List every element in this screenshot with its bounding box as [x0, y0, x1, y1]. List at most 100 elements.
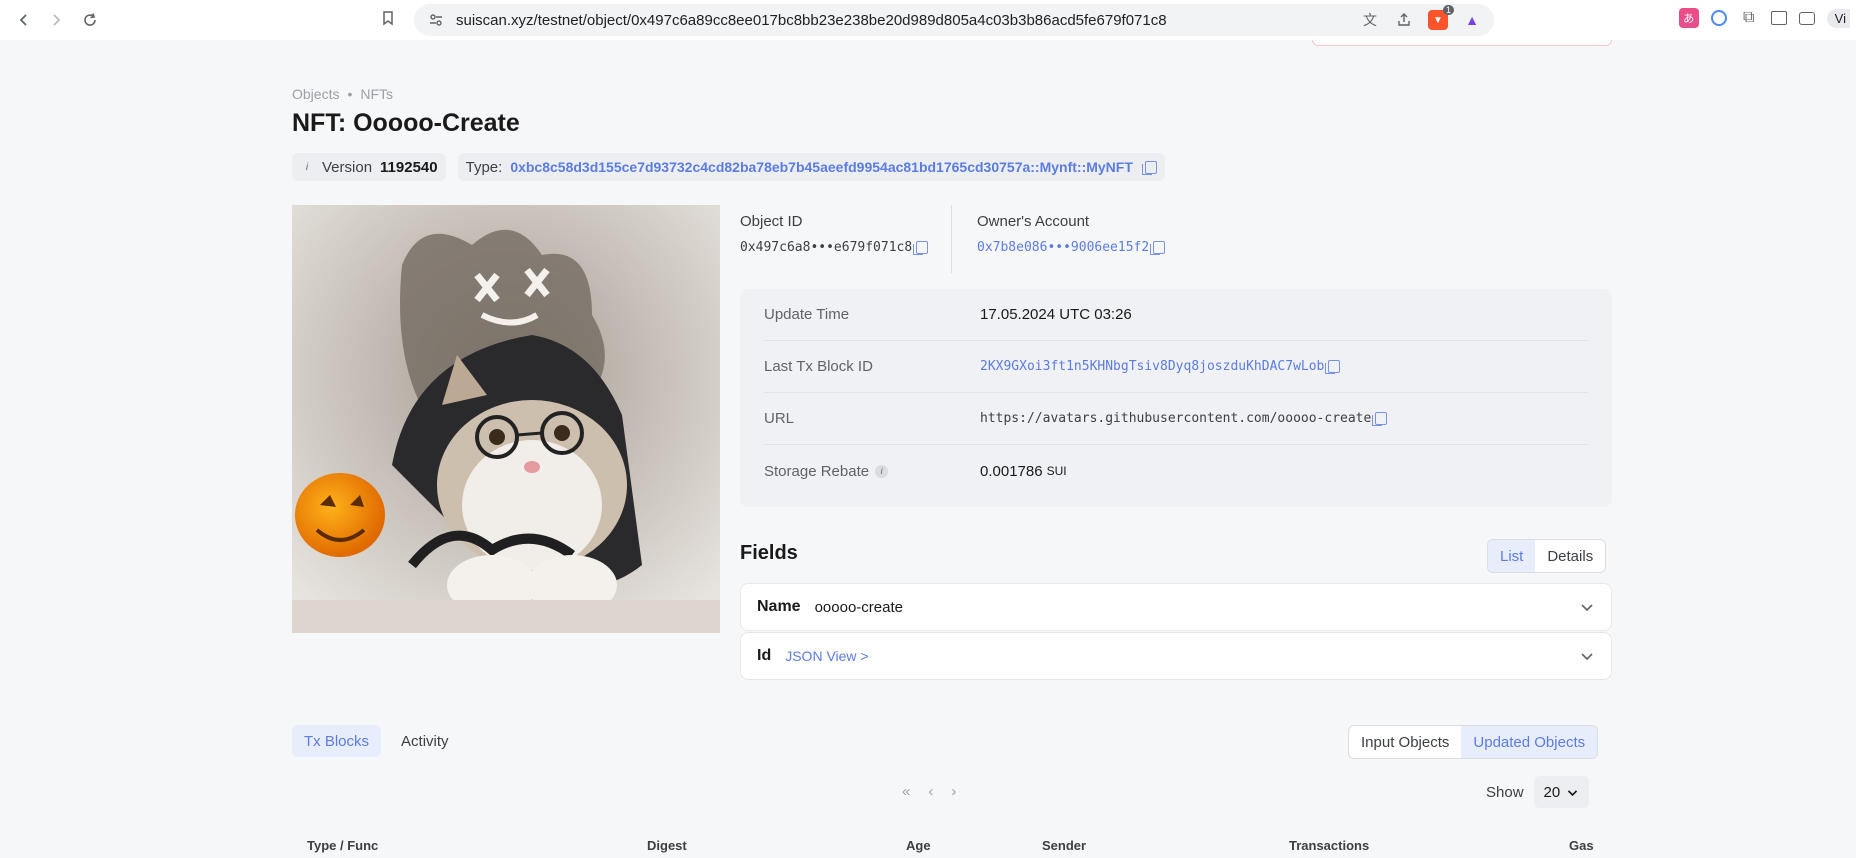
info-icon[interactable]: i: [300, 160, 314, 174]
fields-view-toggle: List Details: [1487, 539, 1607, 573]
wallet-icon[interactable]: [1798, 11, 1815, 25]
fields-title: Fields: [740, 542, 798, 564]
header-dropdown-edge: [1312, 40, 1612, 46]
input-objects-button[interactable]: Input Objects: [1349, 726, 1461, 758]
url-text[interactable]: suiscan.xyz/testnet/object/0x497c6a89cc8…: [456, 12, 1167, 29]
version-value: 1192540: [380, 158, 438, 176]
forward-icon[interactable]: [42, 6, 70, 34]
extensions-puzzle-icon[interactable]: ⧉: [1739, 8, 1759, 28]
brave-rewards-icon[interactable]: ▲: [1462, 10, 1482, 30]
page-size-control: Show 20: [1486, 776, 1590, 808]
field-name-label: Name: [757, 598, 801, 615]
next-page-icon[interactable]: ›: [951, 783, 956, 800]
nft-image: [292, 205, 720, 633]
object-id-row: Object ID 0x497c6a8•••e679f071c8 Owner's…: [740, 205, 1612, 273]
tab-tx-blocks[interactable]: Tx Blocks: [292, 725, 382, 757]
last-tx-link[interactable]: 2KX9GXoi3ft1n5KHNbgTsiv8Dyq8joszduKhDAC7…: [980, 359, 1324, 374]
column-digest[interactable]: Digest: [647, 838, 687, 853]
copy-icon[interactable]: [1372, 412, 1388, 426]
url-row: URL https://avatars.githubusercontent.co…: [764, 393, 1588, 445]
copy-icon[interactable]: [1141, 160, 1157, 175]
owner-value: 0x7b8e086•••9006ee15f2: [977, 240, 1166, 255]
owner-block: Owner's Account 0x7b8e086•••9006ee15f2: [952, 205, 1166, 273]
extension-circle-icon[interactable]: [1710, 10, 1727, 26]
url-value: https://avatars.githubusercontent.com/oo…: [980, 411, 1388, 426]
url-text: https://avatars.githubusercontent.com/oo…: [980, 411, 1372, 426]
url-label: URL: [764, 410, 795, 427]
object-id-label: Object ID: [740, 213, 803, 230]
updated-objects-button[interactable]: Updated Objects: [1461, 726, 1598, 758]
storage-rebate-label-wrap: Storage Rebate i: [764, 463, 980, 480]
chevron-down-icon[interactable]: [1579, 648, 1595, 664]
tx-tabs: Tx Blocks Activity: [292, 725, 461, 757]
field-id-label: Id: [757, 647, 772, 664]
column-type-func[interactable]: Type / Func: [307, 838, 378, 853]
extension-translate-icon[interactable]: あ: [1678, 8, 1699, 28]
show-label: Show: [1486, 783, 1524, 801]
update-time-row: Update Time 17.05.2024 UTC 03:26: [764, 289, 1588, 341]
object-id-block: Object ID 0x497c6a8•••e679f071c8: [740, 205, 952, 273]
pagination: « ‹ ›: [902, 783, 956, 800]
page: Objects • NFTs NFT: Ooooo-Create i Versi…: [0, 40, 1856, 858]
shield-badge: 1: [1442, 5, 1454, 15]
sidebar-toggle-icon[interactable]: [1770, 11, 1787, 25]
field-name-value: ooooo-create: [814, 598, 903, 616]
object-id-value: 0x497c6a8•••e679f071c8: [740, 240, 951, 255]
first-page-icon[interactable]: «: [902, 783, 910, 800]
prev-page-icon[interactable]: ‹: [928, 783, 933, 800]
last-tx-row: Last Tx Block ID 2KX9GXoi3ft1n5KHNbgTsiv…: [764, 341, 1588, 393]
object-filter-toggle: Input Objects Updated Objects: [1348, 725, 1599, 759]
column-sender[interactable]: Sender: [1042, 838, 1086, 853]
update-time-value: 17.05.2024 UTC 03:26: [980, 306, 1132, 323]
object-meta-row: i Version 1192540 Type: 0xbc8c58d3d155ce…: [292, 153, 1165, 181]
site-settings-icon[interactable]: [428, 12, 444, 28]
storage-rebate-value: 0.001786 SUI: [980, 463, 1067, 480]
profile-button[interactable]: Vi: [1826, 8, 1850, 28]
table-header: Type / Func Digest Age Sender Transactio…: [292, 838, 1612, 858]
version-label: Version: [322, 158, 373, 176]
owner-label: Owner's Account: [977, 213, 1090, 230]
owner-link[interactable]: 0x7b8e086•••9006ee15f2: [977, 240, 1149, 255]
page-size-value: 20: [1543, 783, 1561, 801]
breadcrumb-separator: •: [347, 86, 353, 102]
version-pill: i Version 1192540: [292, 153, 446, 181]
type-link[interactable]: 0xbc8c58d3d155ce7d93732c4cd82ba78eb7b45a…: [510, 159, 1133, 175]
details-view-button[interactable]: Details: [1535, 540, 1605, 572]
storage-rebate-unit: SUI: [1046, 464, 1067, 478]
field-id-row[interactable]: Id JSON View >: [740, 632, 1612, 680]
bookmark-icon[interactable]: [380, 10, 400, 30]
browser-toolbar: suiscan.xyz/testnet/object/0x497c6a89cc8…: [0, 0, 1856, 40]
column-gas[interactable]: Gas: [1569, 838, 1594, 853]
chevron-down-icon[interactable]: [1579, 599, 1595, 615]
brave-shield-icon[interactable]: ▼ 1: [1428, 5, 1454, 30]
share-icon[interactable]: [1394, 10, 1414, 30]
tab-activity[interactable]: Activity: [389, 725, 461, 757]
column-transactions[interactable]: Transactions: [1289, 838, 1369, 853]
breadcrumb: Objects • NFTs: [292, 86, 393, 102]
last-tx-label: Last Tx Block ID: [764, 358, 873, 375]
field-name-row[interactable]: Name ooooo-create: [740, 583, 1612, 631]
translate-icon[interactable]: 文: [1360, 10, 1380, 30]
json-view-link[interactable]: JSON View >: [785, 648, 868, 664]
address-bar[interactable]: suiscan.xyz/testnet/object/0x497c6a89cc8…: [414, 4, 1494, 36]
object-id-text: 0x497c6a8•••e679f071c8: [740, 240, 913, 255]
storage-rebate-amount: 0.001786: [980, 462, 1043, 480]
type-label: Type:: [465, 158, 503, 176]
copy-icon[interactable]: [1325, 360, 1341, 374]
copy-icon[interactable]: [913, 241, 929, 255]
copy-icon[interactable]: [1150, 241, 1166, 255]
reload-icon[interactable]: [76, 6, 104, 34]
type-pill: Type: 0xbc8c58d3d155ce7d93732c4cd82ba78e…: [457, 153, 1165, 181]
storage-rebate-label: Storage Rebate: [764, 462, 870, 480]
breadcrumb-nfts[interactable]: NFTs: [360, 86, 393, 102]
storage-rebate-row: Storage Rebate i 0.001786 SUI: [764, 445, 1588, 497]
page-size-select[interactable]: 20: [1533, 776, 1590, 808]
back-icon[interactable]: [10, 6, 38, 34]
info-icon[interactable]: i: [875, 464, 889, 478]
update-time-label: Update Time: [764, 306, 850, 323]
column-age[interactable]: Age: [906, 838, 931, 853]
list-view-button[interactable]: List: [1488, 540, 1536, 572]
breadcrumb-objects[interactable]: Objects: [292, 86, 339, 102]
chevron-down-icon: [1568, 789, 1578, 796]
last-tx-value: 2KX9GXoi3ft1n5KHNbgTsiv8Dyq8joszduKhDAC7…: [980, 359, 1341, 374]
